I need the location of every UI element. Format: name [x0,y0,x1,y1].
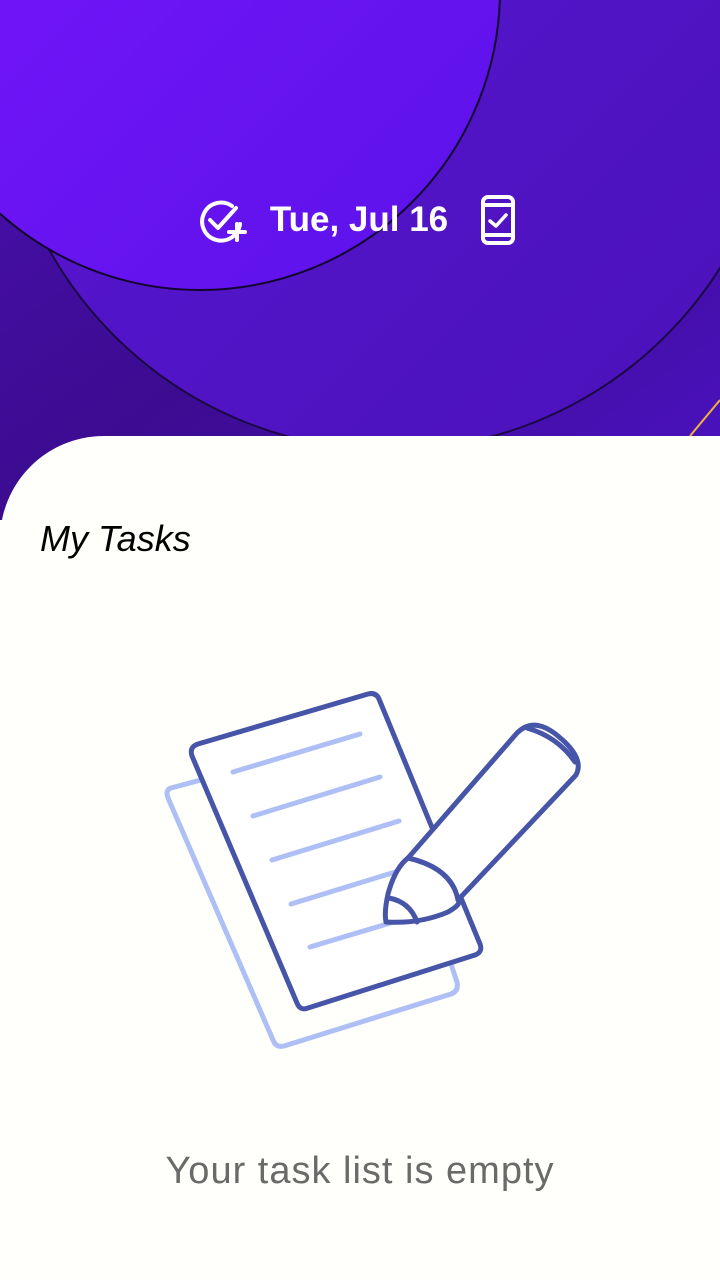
add-task-button[interactable] [194,192,250,248]
notepad-pencil-illustration [164,691,581,1049]
app-screen: Tue, Jul 16 My Tasks Your task list is e… [0,0,720,1280]
device-sync-button[interactable] [470,192,526,248]
section-title: My Tasks [40,518,191,559]
header-bar: Tue, Jul 16 [0,190,720,250]
phone-check-icon [481,195,516,245]
empty-state-message: Your task list is empty [165,1150,555,1192]
check-circle-plus-icon [200,200,247,243]
header-date: Tue, Jul 16 [269,200,449,239]
